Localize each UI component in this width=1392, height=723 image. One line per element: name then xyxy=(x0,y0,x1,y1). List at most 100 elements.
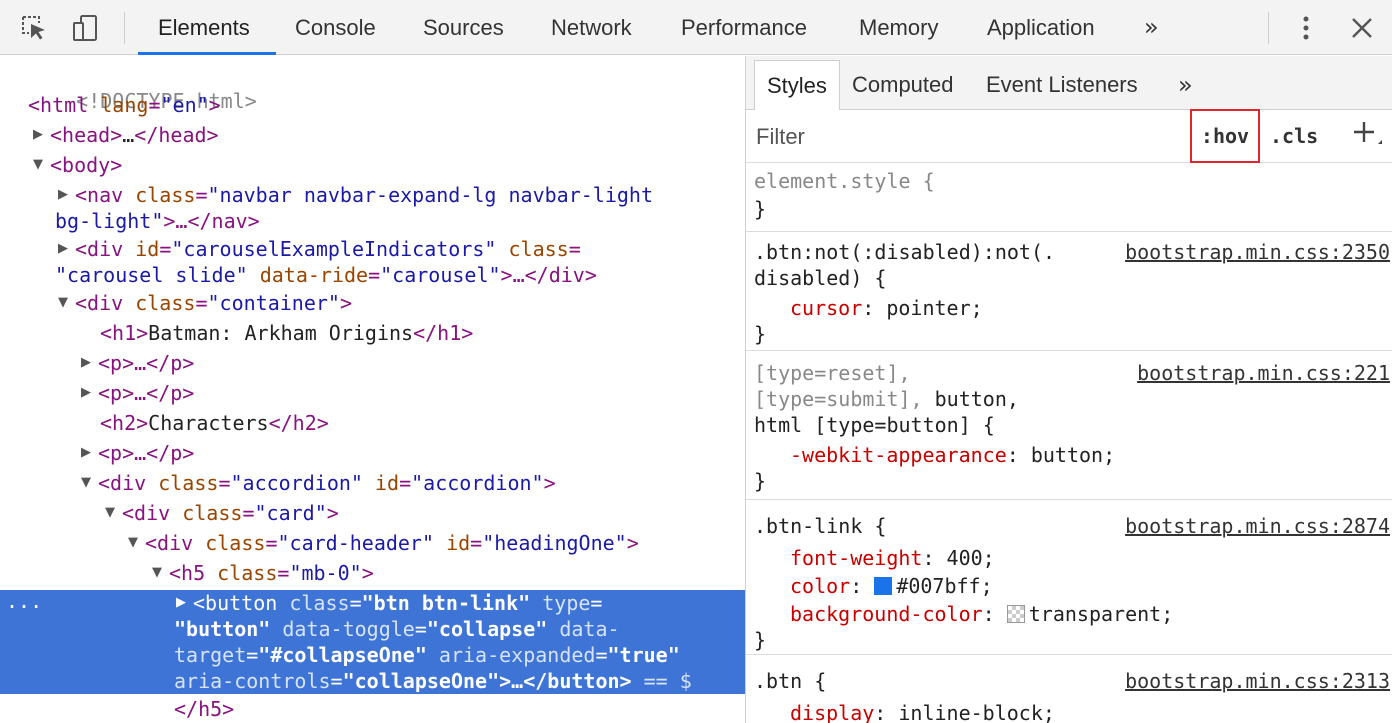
collapse-triangle-icon[interactable]: ▼ xyxy=(105,500,115,526)
tag-html: <html xyxy=(28,93,89,117)
tab-performance[interactable]: Performance xyxy=(681,0,807,55)
doctype-node[interactable]: <!DOCTYPE html> xyxy=(28,62,257,113)
rule-close-brace: } xyxy=(754,469,767,493)
button-line-2: "button" data-toggle="collapse" data- xyxy=(174,617,620,641)
more-tabs-chevron-icon[interactable]: » xyxy=(1144,0,1159,55)
tag-div: <div xyxy=(122,501,171,525)
stylesheet-link[interactable]: bootstrap.min.css:2350 xyxy=(1125,239,1390,265)
style-declaration[interactable]: color: #007bff; xyxy=(790,573,993,599)
h2-node[interactable]: <h2>Characters</h2> xyxy=(100,410,329,436)
attr-value: "card-header" xyxy=(277,531,435,555)
p-node[interactable]: <p>…</p> xyxy=(98,440,194,466)
attr-name: class xyxy=(182,501,243,525)
css-value: transparent; xyxy=(1028,602,1174,626)
expand-triangle-icon[interactable]: ▶ xyxy=(81,440,91,466)
carousel-node[interactable]: <div id="carouselExampleIndicators" clas… xyxy=(75,236,581,262)
button-line-1: <button class="btn btn-link" type= xyxy=(193,591,603,615)
expand-triangle-icon[interactable]: ▶ xyxy=(58,236,68,262)
tag-p: <p>…</p> xyxy=(98,351,195,375)
stylesheet-link[interactable]: bootstrap.min.css:2874 xyxy=(1125,513,1390,539)
p-node[interactable]: <p>…</p> xyxy=(98,350,194,376)
h5-close-node[interactable]: </h5> xyxy=(174,696,234,722)
css-property: font-weight xyxy=(790,546,923,570)
tag-button: <button xyxy=(193,591,278,615)
tag-div-close: >…</div> xyxy=(500,263,597,287)
card-header-node[interactable]: <div class="card-header" id="headingOne"… xyxy=(145,530,639,556)
expand-triangle-icon[interactable]: ▶ xyxy=(81,380,91,406)
device-toolbar-icon[interactable] xyxy=(70,12,102,44)
more-tabs-chevron-icon[interactable]: » xyxy=(1178,60,1193,110)
h1-node[interactable]: <h1>Batman: Arkham Origins</h1> xyxy=(100,320,473,346)
stylesheet-link[interactable]: bootstrap.min.css:2313 xyxy=(1125,668,1390,694)
kebab-menu-icon[interactable] xyxy=(1290,12,1322,44)
new-style-rule-plus-icon[interactable] xyxy=(1348,116,1384,152)
tag-div: <div xyxy=(145,531,194,555)
attr-name: aria-expanded xyxy=(438,643,596,667)
nav-node[interactable]: <nav class="navbar navbar-expand-lg navb… xyxy=(75,182,653,208)
tab-elements[interactable]: Elements xyxy=(158,0,250,55)
selector-text: [type=submit], xyxy=(754,387,923,411)
row-ellipsis-menu[interactable]: ... xyxy=(6,588,42,614)
attr-name: class xyxy=(205,531,266,555)
rule-btn-not-disabled: .btn:not(:disabled):not(. bootstrap.min.… xyxy=(746,233,1392,351)
accordion-node[interactable]: <div class="accordion" id="accordion"> xyxy=(98,470,556,496)
inspect-element-icon[interactable] xyxy=(18,12,50,44)
color-swatch[interactable] xyxy=(874,577,893,595)
style-declaration[interactable]: -webkit-appearance: button; xyxy=(790,442,1115,468)
body-node[interactable]: <body> xyxy=(50,152,122,178)
devtools-toolbar: Elements Console Sources Network Perform… xyxy=(0,0,1392,55)
container-node[interactable]: <div class="container"> xyxy=(75,290,352,316)
attr-name: data-ride xyxy=(259,263,369,287)
button-line-4: aria-controls="collapseOne">…</button> =… xyxy=(174,669,692,693)
css-value: inline-block; xyxy=(898,701,1055,723)
css-value: 400; xyxy=(946,546,995,570)
head-node[interactable]: <head>…</head> xyxy=(50,122,219,148)
html-node[interactable]: <html lang="en"> xyxy=(28,92,221,118)
collapse-triangle-icon[interactable]: ▼ xyxy=(152,560,162,586)
tab-network[interactable]: Network xyxy=(551,0,632,55)
attr-value: "carouselExampleIndicators" xyxy=(171,237,497,261)
button-line-3: target="#collapseOne" aria-expanded="tru… xyxy=(174,643,680,667)
attr-name: target xyxy=(174,643,247,667)
rule-selector: disabled) { xyxy=(754,266,887,290)
tag-button-close: >…</button> xyxy=(499,669,632,693)
stylesheet-link[interactable]: bootstrap.min.css:221 xyxy=(1137,360,1390,386)
attr-value: "btn btn-link" xyxy=(361,591,531,615)
styles-filter-input[interactable] xyxy=(756,121,1176,153)
rule-selector: .btn:not(:disabled):not(. xyxy=(754,240,1056,264)
tag-head-close: </head> xyxy=(134,123,219,147)
card-node[interactable]: <div class="card"> xyxy=(122,500,339,526)
collapse-triangle-icon[interactable]: ▼ xyxy=(58,290,68,316)
tab-event-listeners[interactable]: Event Listeners xyxy=(986,60,1138,110)
style-declaration[interactable]: cursor: pointer; xyxy=(790,295,983,321)
expand-triangle-icon[interactable]: ▶ xyxy=(81,350,91,376)
cls-toggle-button[interactable]: .cls xyxy=(1270,118,1318,154)
tab-styles[interactable]: Styles xyxy=(754,60,840,110)
collapse-triangle-icon[interactable]: ▼ xyxy=(81,470,91,496)
attr-value: "en" xyxy=(160,93,209,117)
close-icon[interactable] xyxy=(1346,12,1378,44)
tag-h1: <h1> xyxy=(100,321,149,345)
h5-node[interactable]: <h5 class="mb-0"> xyxy=(169,560,374,586)
expand-triangle-icon[interactable]: ▶ xyxy=(176,590,186,616)
rule-close-brace: } xyxy=(754,322,767,346)
style-declaration[interactable]: display: inline-block; xyxy=(790,700,1055,723)
tab-console[interactable]: Console xyxy=(295,0,376,55)
carousel-node-wrap[interactable]: "carousel slide" data-ride="carousel">…<… xyxy=(55,262,597,288)
transparent-color-swatch[interactable] xyxy=(1006,605,1025,623)
rule-selector: element.style { xyxy=(754,168,935,194)
p-node[interactable]: <p>…</p> xyxy=(98,380,194,406)
tab-computed[interactable]: Computed xyxy=(852,60,954,110)
style-declaration[interactable]: font-weight: 400; xyxy=(790,545,995,571)
tab-sources[interactable]: Sources xyxy=(423,0,504,55)
nav-node-wrap[interactable]: bg-light">…</nav> xyxy=(55,208,260,234)
tab-memory[interactable]: Memory xyxy=(859,0,938,55)
collapse-triangle-icon[interactable]: ▼ xyxy=(128,530,138,556)
expand-triangle-icon[interactable]: ▶ xyxy=(58,182,68,208)
style-declaration[interactable]: background-color: transparent; xyxy=(790,601,1173,627)
expand-triangle-icon[interactable]: ▶ xyxy=(33,122,43,148)
tag-p: <p>…</p> xyxy=(98,441,195,465)
tab-application[interactable]: Application xyxy=(987,0,1095,55)
collapse-triangle-icon[interactable]: ▼ xyxy=(33,152,43,178)
hov-toggle-button[interactable]: :hov xyxy=(1190,109,1260,163)
